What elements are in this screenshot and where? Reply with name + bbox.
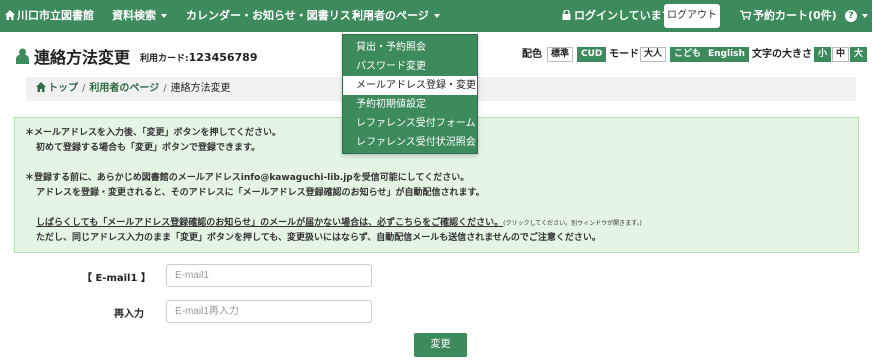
card-number: 123456789 bbox=[188, 51, 258, 64]
dropdown-item-reference-status[interactable]: レファレンス受付状況照会 bbox=[343, 133, 477, 152]
card-info: 利用カード:123456789 bbox=[140, 51, 258, 64]
user-icon bbox=[16, 48, 29, 64]
card-label: 利用カード: bbox=[140, 54, 189, 64]
accessibility-bar: 配色 標準 CUD モード 大人 こども English 文字の大きさ 小 中 … bbox=[522, 46, 868, 64]
dropdown-item-reservation-defaults[interactable]: 予約初期値設定 bbox=[343, 95, 477, 114]
mode-label: モード bbox=[609, 49, 639, 60]
top-navbar: 川口市立図書館 資料検索 カレンダー・お知らせ・図書リスト 利用者のページ ログ… bbox=[0, 0, 872, 32]
home-icon bbox=[5, 10, 15, 20]
breadcrumb-top-link[interactable]: トップ bbox=[48, 83, 78, 94]
mode-english-button[interactable]: English bbox=[704, 47, 749, 62]
login-status-label: ログインしています bbox=[574, 9, 673, 22]
color-standard-button[interactable]: 標準 bbox=[547, 47, 574, 62]
menu-calendar-label: カレンダー・お知らせ・図書リスト bbox=[186, 9, 362, 22]
notice-line-1: ＊メールアドレスを入力後、「変更」ボタンを押してください。 bbox=[25, 128, 281, 138]
notice-line-4: アドレスを登録・変更されると、そのアドレスに「メールアドレス登録確認のお知らせ」… bbox=[36, 188, 485, 198]
notice-line-3: ＊登録する前に、あらかじめ図書館のメールアドレスinfo@kawaguchi-l… bbox=[25, 173, 470, 183]
notice-line-5-note: (クリックしてください。別ウィンドウが開きます。) bbox=[503, 220, 642, 227]
menu-user-page[interactable]: 利用者のページ bbox=[352, 0, 440, 32]
chevron-down-icon bbox=[862, 14, 868, 18]
breadcrumb-separator: / bbox=[163, 83, 167, 94]
email-reenter-field[interactable] bbox=[166, 300, 372, 323]
color-cud-button[interactable]: CUD bbox=[577, 47, 607, 62]
library-home-link[interactable]: 川口市立図書館 bbox=[5, 0, 94, 32]
email-label: 【 E-mail1 】 bbox=[82, 273, 151, 284]
dropdown-item-email-change[interactable]: メールアドレス登録・変更 bbox=[343, 76, 477, 95]
change-button[interactable]: 変更 bbox=[414, 333, 467, 357]
library-name: 川口市立図書館 bbox=[17, 9, 94, 22]
dropdown-item-reference-form[interactable]: レファレンス受付フォーム bbox=[343, 114, 477, 133]
menu-calendar[interactable]: カレンダー・お知らせ・図書リスト bbox=[186, 0, 373, 32]
dropdown-item-password-change[interactable]: パスワード変更 bbox=[343, 57, 477, 76]
cart-label: 予約カート(0件) bbox=[753, 9, 837, 22]
menu-search[interactable]: 資料検索 bbox=[112, 0, 167, 32]
login-status: ログインしています bbox=[562, 0, 673, 32]
page-title: 連絡方法変更 bbox=[34, 48, 131, 67]
breadcrumb-user-page-link[interactable]: 利用者のページ bbox=[89, 83, 159, 94]
reenter-label: 再入力 bbox=[114, 309, 144, 320]
mode-adult-button[interactable]: 大人 bbox=[640, 47, 667, 62]
color-scheme-label: 配色 bbox=[522, 49, 542, 60]
home-icon bbox=[36, 82, 46, 92]
font-small-button[interactable]: 小 bbox=[814, 47, 832, 62]
breadcrumb-separator: / bbox=[82, 83, 86, 94]
notice-line-6: ただし、同じアドレス入力のまま「変更」ボタンを押しても、変更扱いにはならず、自動… bbox=[36, 233, 601, 243]
confirm-link[interactable]: しばらくしても「メールアドレス登録確認のお知らせ」のメールが届かない場合は、必ず… bbox=[36, 218, 503, 228]
breadcrumb-current: 連絡方法変更 bbox=[170, 83, 231, 94]
logout-button[interactable]: ログアウト bbox=[664, 4, 720, 28]
notice-line-2: 初めて登録する場合も「変更」ボタンで登録できます。 bbox=[36, 143, 261, 153]
mode-kids-button[interactable]: こども bbox=[670, 47, 706, 62]
cart-icon bbox=[740, 10, 752, 20]
help-menu[interactable]: ? bbox=[845, 0, 868, 32]
chevron-down-icon bbox=[161, 14, 167, 18]
reservation-cart-link[interactable]: 予約カート(0件) bbox=[740, 0, 837, 32]
font-large-button[interactable]: 大 bbox=[850, 47, 868, 62]
menu-search-label: 資料検索 bbox=[112, 9, 156, 22]
help-icon: ? bbox=[845, 10, 857, 22]
dropdown-item-loan-reservation[interactable]: 貸出・予約照会 bbox=[343, 38, 477, 57]
chevron-down-icon bbox=[433, 14, 440, 18]
email-field[interactable] bbox=[166, 264, 372, 287]
menu-user-page-label: 利用者のページ bbox=[352, 9, 429, 22]
user-page-dropdown: 貸出・予約照会 パスワード変更 メールアドレス登録・変更 予約初期値設定 レファ… bbox=[342, 34, 478, 154]
notice-line-5: しばらくしても「メールアドレス登録確認のお知らせ」のメールが届かない場合は、必ず… bbox=[36, 215, 642, 228]
font-medium-button[interactable]: 中 bbox=[832, 47, 850, 62]
font-size-label: 文字の大きさ bbox=[752, 49, 812, 60]
lock-icon bbox=[562, 9, 571, 20]
